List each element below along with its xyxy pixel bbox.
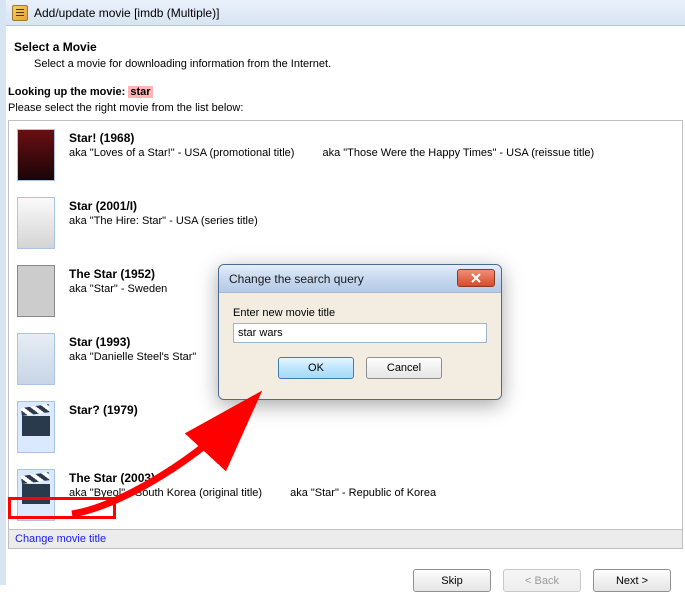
result-title: Star! (1968) [69, 131, 674, 145]
result-row[interactable]: The Star (2003) aka "Byeol" - South Kore… [9, 461, 682, 529]
change-search-query-dialog: Change the search query Enter new movie … [218, 264, 502, 400]
dialog-titlebar: Change the search query [219, 265, 501, 293]
result-row[interactable]: Star (2001/I) aka "The Hire: Star" - USA… [9, 189, 682, 257]
dialog-input-label: Enter new movie title [233, 307, 487, 319]
result-row[interactable]: Star? (1979) [9, 393, 682, 461]
movie-title-input[interactable] [233, 323, 487, 343]
result-body: Star! (1968) aka "Loves of a Star!" - US… [69, 129, 674, 159]
app-icon [12, 5, 28, 21]
dialog-buttons: OK Cancel [233, 343, 487, 393]
lookup-prefix: Looking up the movie: [8, 86, 125, 98]
close-icon [470, 273, 482, 283]
movie-thumbnail [17, 265, 55, 317]
wizard-buttons: Skip < Back Next > [6, 549, 685, 592]
result-row[interactable]: Star! (1968) aka "Loves of a Star!" - US… [9, 121, 682, 189]
result-title: The Star (2003) [69, 471, 674, 485]
next-button[interactable]: Next > [593, 569, 671, 592]
result-body: Star? (1979) [69, 401, 674, 417]
result-title: Star (2001/I) [69, 199, 674, 213]
result-aka: aka "The Hire: Star" - USA (series title… [69, 215, 674, 227]
dialog-body: Enter new movie title OK Cancel [219, 293, 501, 399]
movie-thumbnail [17, 469, 55, 521]
titlebar: Add/update movie [imdb (Multiple)] [6, 0, 685, 26]
result-body: Star (2001/I) aka "The Hire: Star" - USA… [69, 197, 674, 227]
movie-thumbnail [17, 129, 55, 181]
page-description: Select a movie for downloading informati… [6, 56, 685, 80]
result-aka: aka "Byeol" - South Korea (original titl… [69, 487, 674, 499]
dialog-title: Change the search query [229, 272, 364, 286]
change-movie-title-link[interactable]: Change movie title [15, 533, 106, 545]
cancel-button[interactable]: Cancel [366, 357, 442, 379]
movie-thumbnail [17, 197, 55, 249]
window-title: Add/update movie [imdb (Multiple)] [34, 6, 219, 20]
skip-button[interactable]: Skip [413, 569, 491, 592]
back-button: < Back [503, 569, 581, 592]
list-footer: Change movie title [8, 529, 683, 549]
lookup-instruction: Please select the right movie from the l… [6, 100, 685, 120]
ok-button[interactable]: OK [278, 357, 354, 379]
movie-thumbnail [17, 333, 55, 385]
lookup-term: star [128, 86, 152, 98]
result-aka: aka "Loves of a Star!" - USA (promotiona… [69, 147, 674, 159]
close-button[interactable] [457, 269, 495, 287]
page-title: Select a Movie [6, 26, 685, 56]
result-body: The Star (2003) aka "Byeol" - South Kore… [69, 469, 674, 499]
lookup-bar: Looking up the movie: star [6, 80, 685, 100]
movie-thumbnail [17, 401, 55, 453]
result-title: Star? (1979) [69, 403, 674, 417]
